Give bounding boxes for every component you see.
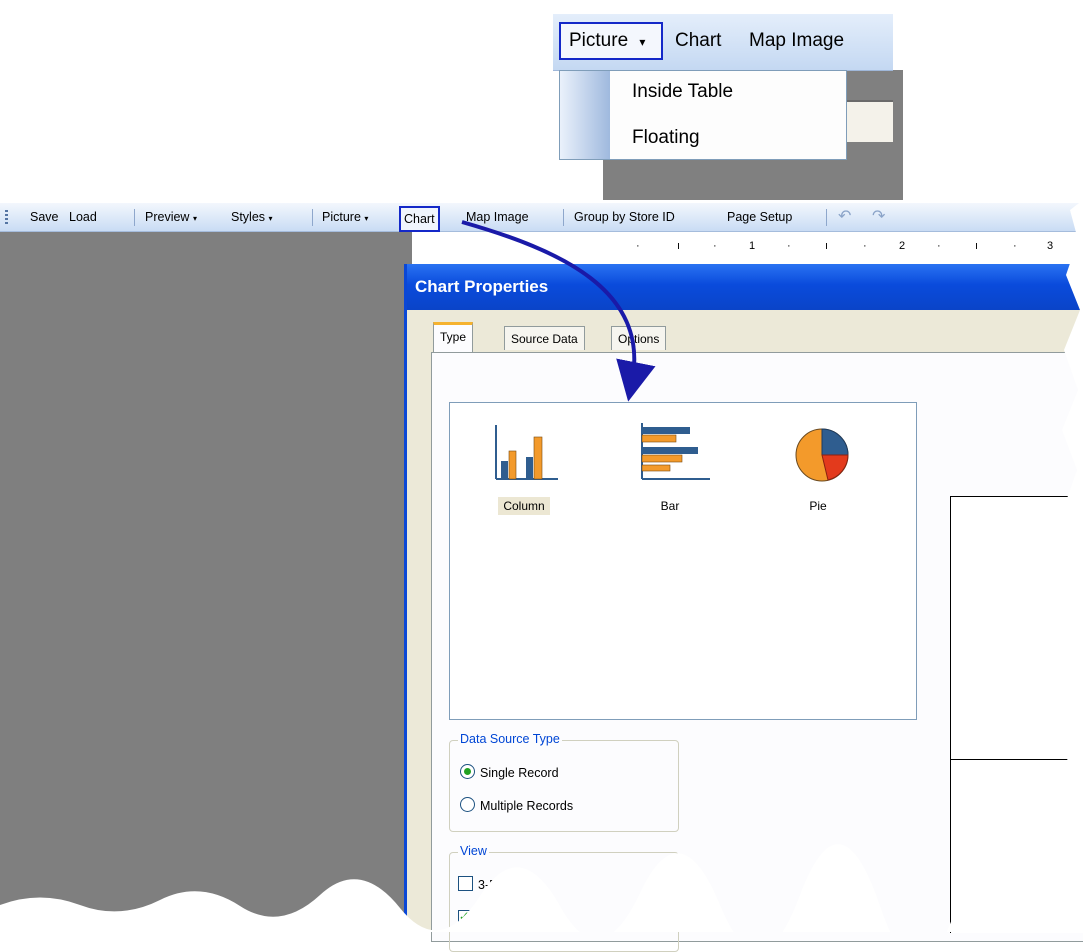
callout-arrow <box>461 220 656 402</box>
torn-edge-right <box>1062 200 1083 910</box>
annotation-overlay <box>0 200 1083 932</box>
torn-edge-bottom <box>0 834 1083 932</box>
